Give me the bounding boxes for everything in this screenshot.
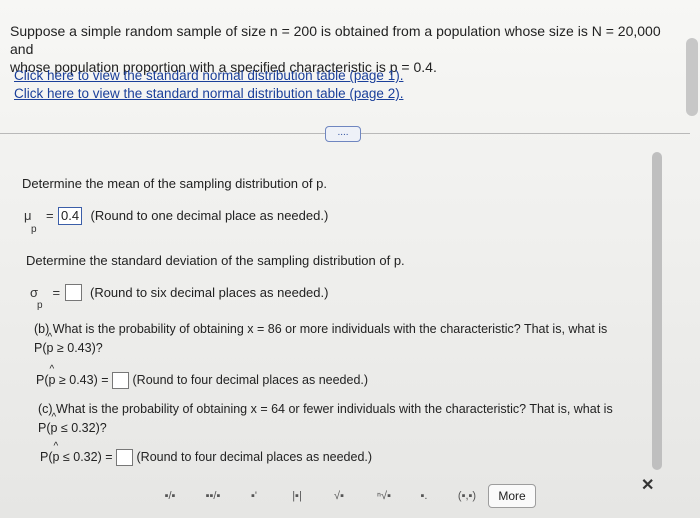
equals-sign: = <box>45 208 54 224</box>
normal-table-page1-link[interactable]: Click here to view the standard normal d… <box>14 68 403 83</box>
close-icon[interactable]: ✕ <box>641 475 654 495</box>
stdev-answer-field[interactable] <box>64 284 82 302</box>
absolute-value-icon[interactable]: |▪| <box>284 485 310 507</box>
decimal-icon[interactable]: ▪. <box>413 485 435 507</box>
mean-answer-field[interactable]: 0.4 <box>58 207 83 225</box>
square-root-icon[interactable]: √▪ <box>326 485 352 507</box>
part-c-answer-field[interactable] <box>116 449 134 466</box>
mu-subscript-p: p <box>31 224 37 235</box>
problem-line-1: Suppose a simple random sample of size n… <box>10 23 661 57</box>
mu-symbol: μ <box>24 208 32 224</box>
interval-notation-icon[interactable]: (▪,▪) <box>450 485 484 507</box>
normal-table-page2-link[interactable]: Click here to view the standard normal d… <box>14 86 403 101</box>
text: P( <box>34 341 47 355</box>
answer-scrollbar[interactable] <box>652 152 662 470</box>
more-button[interactable]: More <box>488 484 536 508</box>
text: ≤ 0.32)? <box>57 421 107 435</box>
text: P( <box>38 421 51 435</box>
sigma-symbol: σ <box>30 285 39 300</box>
part-b-question: (b) What is the probability of obtaining… <box>34 322 608 336</box>
expand-button[interactable]: .... <box>325 126 361 142</box>
top-scrollbar[interactable] <box>686 38 698 116</box>
text: P( <box>36 372 49 387</box>
sigma-subscript-p: p <box>37 300 43 311</box>
text: P( <box>40 449 53 464</box>
fraction-icon[interactable]: ▪/▪ <box>158 485 182 507</box>
mixed-number-icon[interactable]: ▪▪/▪ <box>199 485 227 507</box>
part-b-answer-field[interactable] <box>112 372 130 389</box>
exponent-icon[interactable]: ▪' <box>243 485 265 507</box>
part-c-question-line2: P(p ≤ 0.32)? <box>38 412 107 435</box>
mean-answer-row: μ = 0.4 (Round to one decimal place as n… <box>24 207 328 227</box>
stdev-prompt: Determine the standard deviation of the … <box>26 253 405 268</box>
p-hat: p <box>47 332 54 355</box>
part-b-answer-row: P(p ≥ 0.43) = (Round to four decimal pla… <box>36 364 369 389</box>
part-b-hint: (Round to four decimal places as needed.… <box>132 372 369 387</box>
p-hat: p <box>53 441 60 464</box>
text: ≥ 0.43)? <box>53 341 103 355</box>
stdev-answer-row: σ = (Round to six decimal places as need… <box>30 284 328 304</box>
part-c-answer-row: P(p ≤ 0.32) = (Round to four decimal pla… <box>40 441 373 466</box>
nth-root-icon[interactable]: ⁿ√▪ <box>369 485 399 507</box>
part-b-question-line2: P(p ≥ 0.43)? <box>34 332 103 355</box>
part-c-question: (c) What is the probability of obtaining… <box>38 402 613 416</box>
p-hat: p <box>51 412 58 435</box>
text: ≤ 0.32) = <box>59 449 113 464</box>
part-c-hint: (Round to four decimal places as needed.… <box>136 449 373 464</box>
mean-hint: (Round to one decimal place as needed.) <box>90 208 329 224</box>
p-hat: p <box>49 364 56 387</box>
stdev-hint: (Round to six decimal places as needed.) <box>89 285 329 300</box>
equals-sign: = <box>52 285 61 300</box>
mean-prompt: Determine the mean of the sampling distr… <box>22 176 327 191</box>
text: ≥ 0.43) = <box>55 372 109 387</box>
